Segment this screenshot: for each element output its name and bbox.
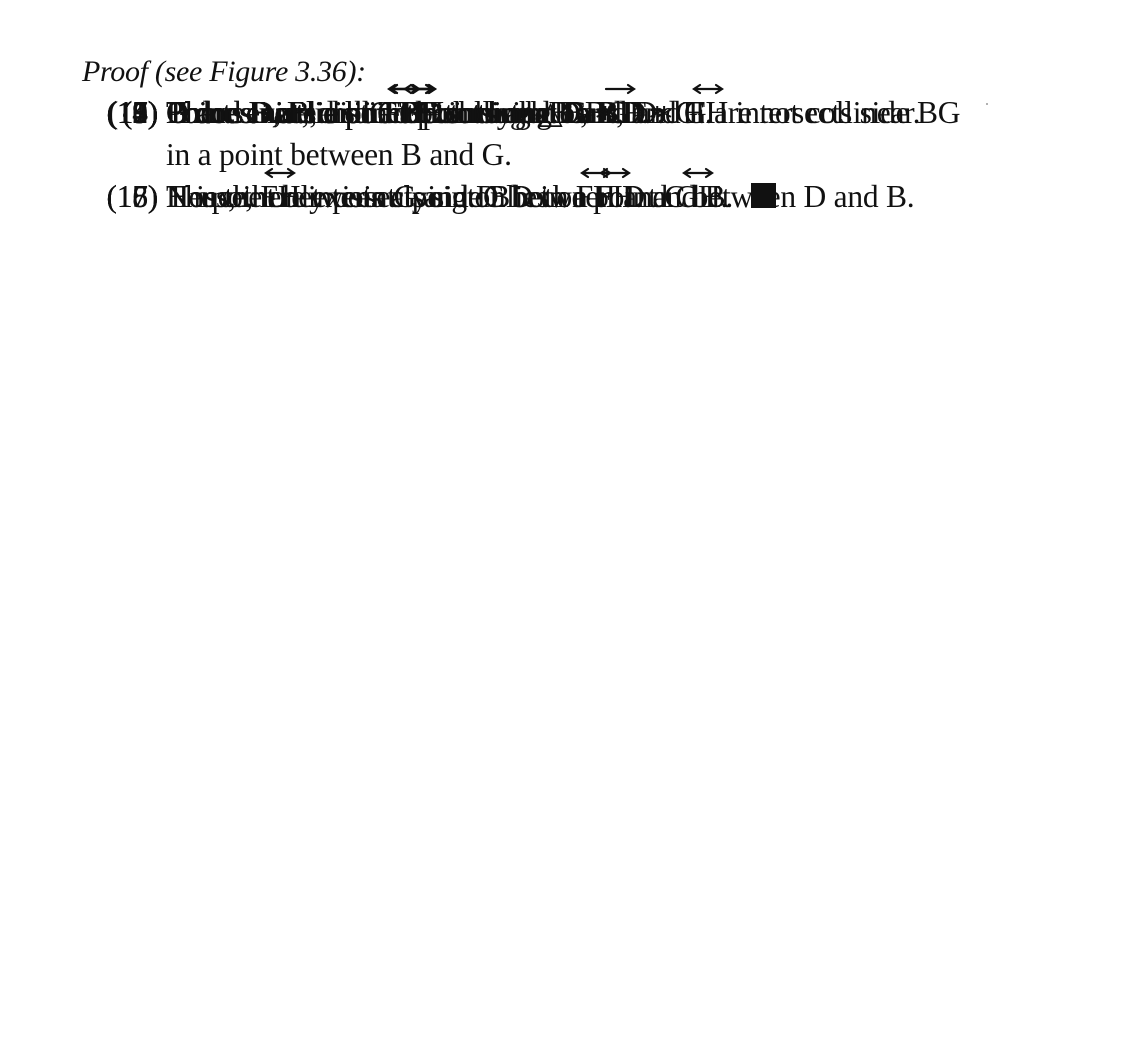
scan-speck [986,103,988,105]
step-number: (18) [106,179,159,215]
proof-steps: (1) There exists a line BD through B and … [82,83,1112,214]
proof-block: Proof (see Figure 3.36): (1) There exists… [82,52,1112,214]
step-text: Thus, there exists a point C between D a… [166,176,777,218]
symbol-label: FH [688,95,728,130]
qed-square-icon [751,183,777,209]
proof-step: (14) Points D, B, and G determine △DBG an… [82,83,1112,176]
text-run: Thus, there exists a point C between D a… [166,179,734,215]
step-text-line: Points D, B, and G determine △DBG and FH… [166,83,961,134]
step-text: Points D, B, and G determine △DBG and FH… [166,83,961,176]
text-run: Points D, B, and G determine △DBG and [166,95,689,130]
step-text-line: Thus, there exists a point C between D a… [166,176,777,218]
step-number: (14) [106,95,159,130]
text-run: intersects side BG [727,95,961,130]
line-symbol: FH [688,83,728,134]
text-run: in a point between B and G. [166,137,512,173]
proof-title: Proof (see Figure 3.36): [82,55,366,88]
line-double-arrow-icon [692,83,725,95]
